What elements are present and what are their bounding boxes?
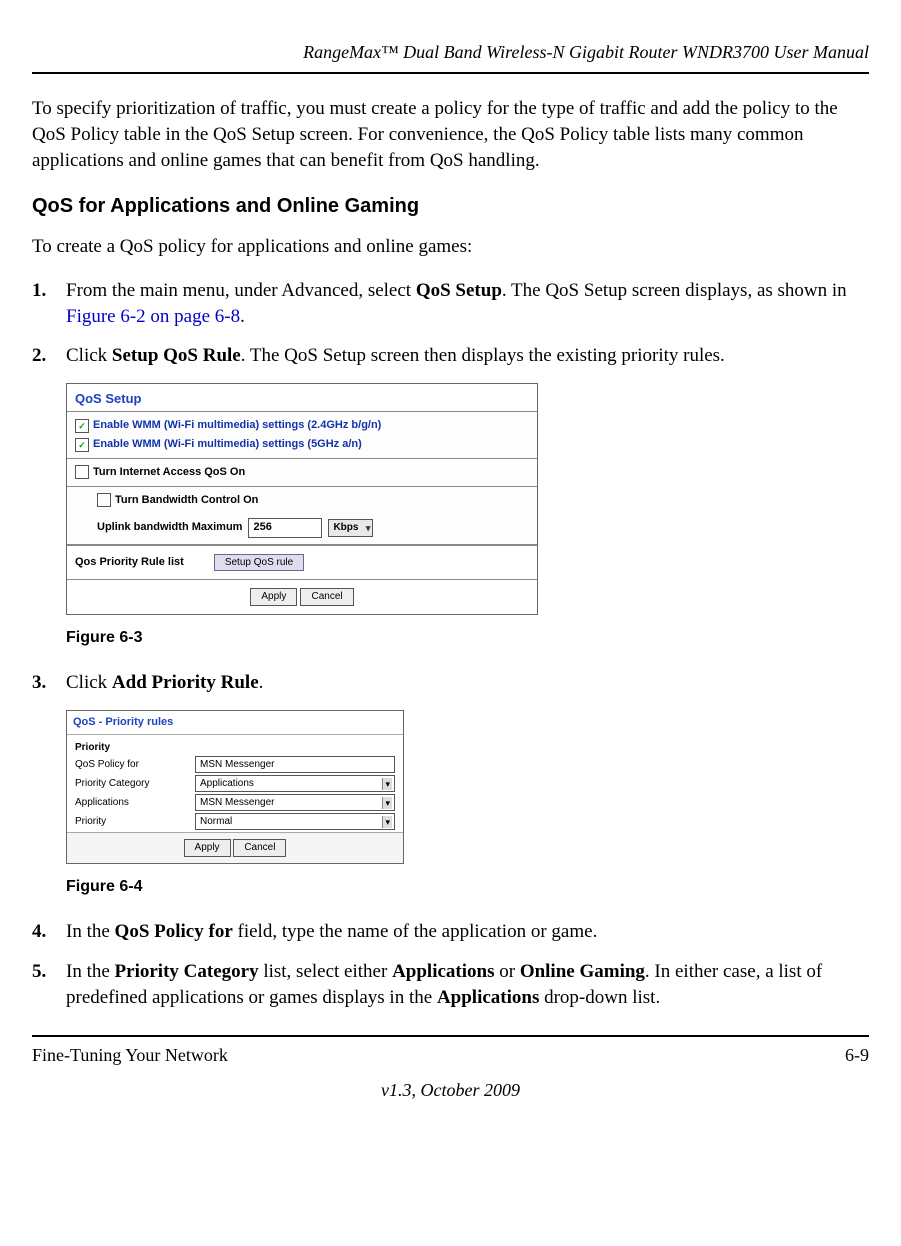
priority-cancel-button[interactable]: Cancel xyxy=(233,839,286,857)
step-2-bold: Setup QoS Rule xyxy=(112,345,241,366)
step-5-text-a: In the xyxy=(66,961,115,982)
applications-select[interactable]: MSN Messenger xyxy=(195,794,395,811)
intro-paragraph: To specify prioritization of traffic, yo… xyxy=(32,96,869,173)
step-4: In the QoS Policy for field, type the na… xyxy=(32,919,869,945)
qos-setup-screenshot: QoS Setup ✓ Enable WMM (Wi-Fi multimedia… xyxy=(66,383,538,615)
step-4-text-b: field, type the name of the application … xyxy=(233,921,598,942)
step-4-bold: QoS Policy for xyxy=(115,921,233,942)
footer-page-number: 6-9 xyxy=(845,1043,869,1067)
wmm-24-label: Enable WMM (Wi-Fi multimedia) settings (… xyxy=(93,418,381,433)
internet-qos-label: Turn Internet Access QoS On xyxy=(93,465,245,480)
step-5-bold-1: Priority Category xyxy=(115,961,259,982)
policy-for-input[interactable]: MSN Messenger xyxy=(195,756,395,773)
step-2: Click Setup QoS Rule. The QoS Setup scre… xyxy=(32,343,869,369)
step-4-text-a: In the xyxy=(66,921,115,942)
page-header-title: RangeMax™ Dual Band Wireless-N Gigabit R… xyxy=(32,40,869,64)
wmm-24-checkbox[interactable]: ✓ xyxy=(75,419,89,433)
qos-setup-title: QoS Setup xyxy=(67,384,537,412)
step-3-text-b: . xyxy=(259,672,264,693)
priority-category-label: Priority Category xyxy=(75,777,195,791)
step-5: In the Priority Category list, select ei… xyxy=(32,959,869,1010)
step-3-bold: Add Priority Rule xyxy=(112,672,259,693)
qos-cancel-button[interactable]: Cancel xyxy=(300,588,353,606)
priority-rules-screenshot: QoS - Priority rules Priority QoS Policy… xyxy=(66,710,404,864)
uplink-unit-select[interactable]: Kbps xyxy=(328,519,373,537)
figure-6-4-caption: Figure 6-4 xyxy=(66,876,869,898)
step-5-text-e: drop-down list. xyxy=(539,987,660,1008)
step-1-text-a: From the main menu, under Advanced, sele… xyxy=(66,280,416,301)
applications-label: Applications xyxy=(75,796,195,810)
step-1-text-b: . The QoS Setup screen displays, as show… xyxy=(502,280,847,301)
figure-6-3-caption: Figure 6-3 xyxy=(66,627,869,649)
step-5-bold-2: Applications xyxy=(392,961,494,982)
step-1-text-c: . xyxy=(240,306,245,327)
internet-qos-checkbox[interactable] xyxy=(75,465,89,479)
priority-heading: Priority xyxy=(75,741,395,755)
bw-control-label: Turn Bandwidth Control On xyxy=(115,493,258,508)
setup-qos-rule-button[interactable]: Setup QoS rule xyxy=(214,554,304,572)
priority-label: Priority xyxy=(75,815,195,829)
header-rule xyxy=(32,72,869,74)
footer-version: v1.3, October 2009 xyxy=(32,1078,869,1102)
priority-select[interactable]: Normal xyxy=(195,813,395,830)
step-5-bold-4: Applications xyxy=(437,987,539,1008)
step-1: From the main menu, under Advanced, sele… xyxy=(32,278,869,329)
step-5-text-c: or xyxy=(494,961,519,982)
subheading-qos-apps: QoS for Applications and Online Gaming xyxy=(32,193,869,220)
footer-rule xyxy=(32,1035,869,1037)
step-5-text-b: list, select either xyxy=(259,961,392,982)
wmm-5-label: Enable WMM (Wi-Fi multimedia) settings (… xyxy=(93,437,362,452)
policy-for-label: QoS Policy for xyxy=(75,758,195,772)
rule-list-label: Qos Priority Rule list xyxy=(75,555,184,570)
uplink-label: Uplink bandwidth Maximum xyxy=(97,520,242,535)
priority-apply-button[interactable]: Apply xyxy=(184,839,231,857)
step-2-text-b: . The QoS Setup screen then displays the… xyxy=(241,345,725,366)
qos-apply-button[interactable]: Apply xyxy=(250,588,297,606)
priority-category-select[interactable]: Applications xyxy=(195,775,395,792)
bw-control-checkbox[interactable] xyxy=(97,493,111,507)
lead-sentence: To create a QoS policy for applications … xyxy=(32,234,869,260)
step-2-text-a: Click xyxy=(66,345,112,366)
step-3: Click Add Priority Rule. xyxy=(32,670,869,696)
step-3-text-a: Click xyxy=(66,672,112,693)
wmm-5-checkbox[interactable]: ✓ xyxy=(75,438,89,452)
footer-section-title: Fine-Tuning Your Network xyxy=(32,1043,228,1067)
step-1-bold: QoS Setup xyxy=(416,280,502,301)
uplink-bandwidth-input[interactable]: 256 xyxy=(248,518,322,538)
priority-rules-title: QoS - Priority rules xyxy=(67,711,403,735)
step-5-bold-3: Online Gaming xyxy=(520,961,645,982)
step-1-xref[interactable]: Figure 6-2 on page 6-8 xyxy=(66,306,240,327)
